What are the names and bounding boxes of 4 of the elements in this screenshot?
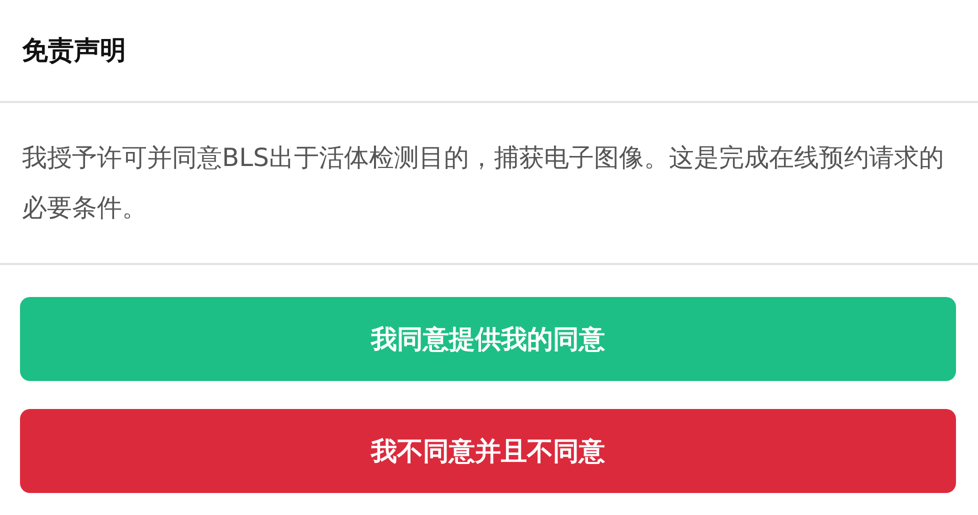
disclaimer-text: 我授予许可并同意BLS出于活体检测目的，捕获电子图像。这是完成在线预约请求的必要条件。	[22, 142, 945, 224]
agree-button[interactable]: 我同意提供我的同意	[20, 297, 956, 381]
dialog-title: 免责声明	[22, 35, 126, 68]
decline-button[interactable]: 我不同意并且不同意	[20, 409, 956, 493]
